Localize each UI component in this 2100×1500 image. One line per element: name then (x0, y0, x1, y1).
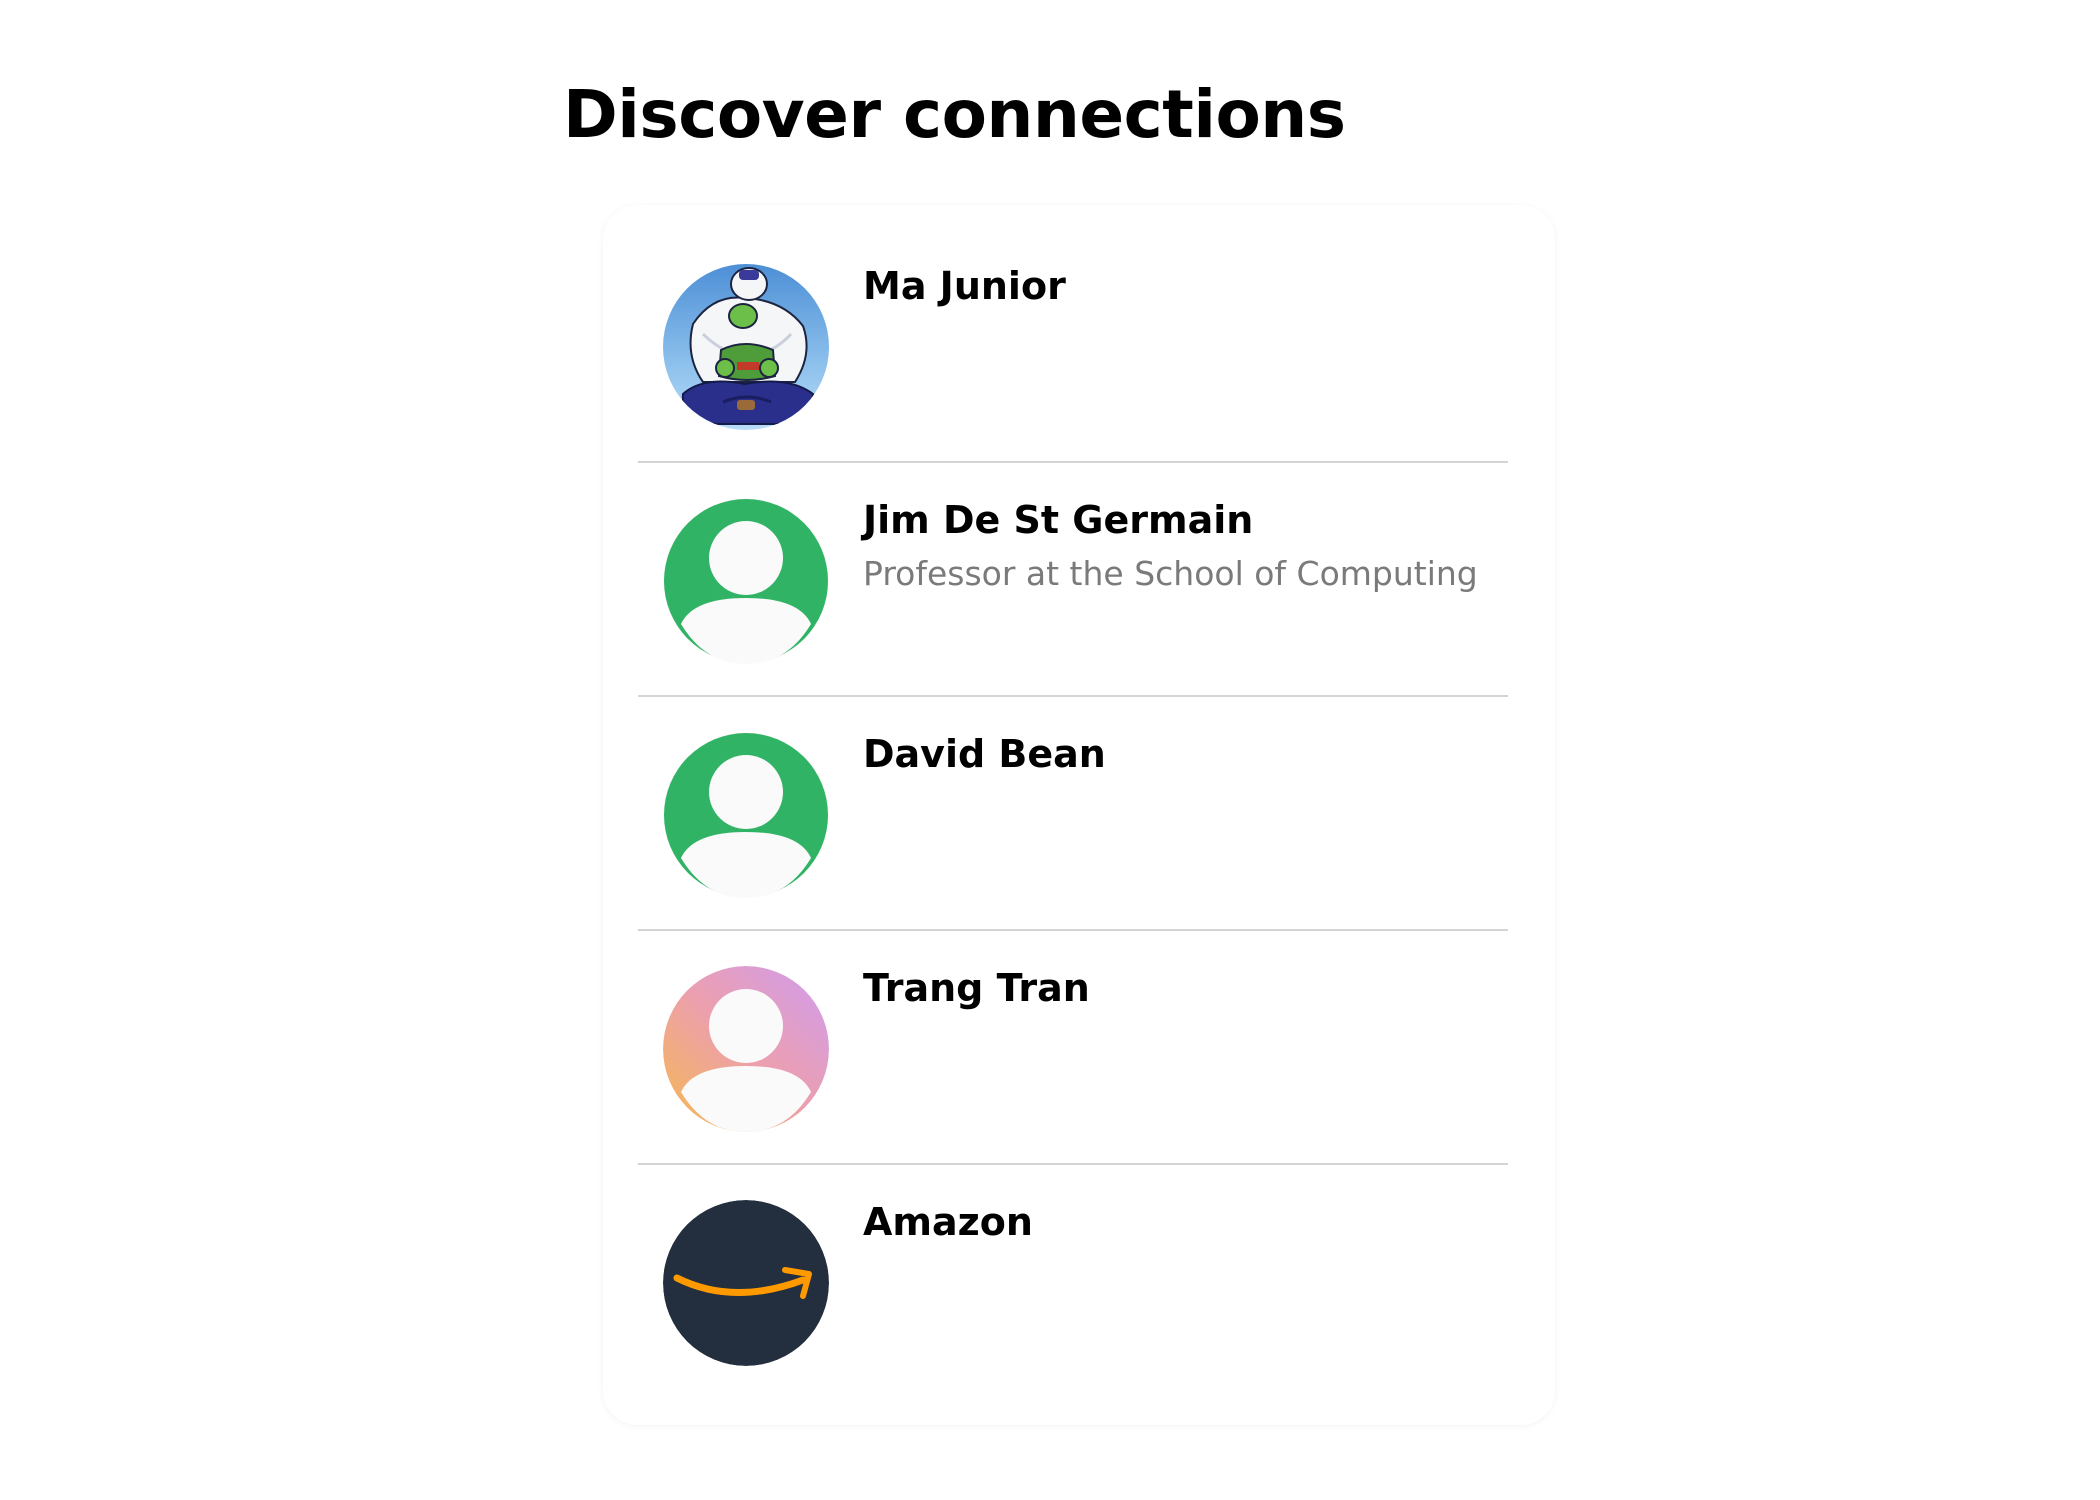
connection-name[interactable]: David Bean (863, 731, 1106, 777)
avatar[interactable] (663, 732, 829, 898)
default-person-icon (663, 498, 829, 664)
avatar[interactable] (663, 966, 829, 1132)
avatar[interactable] (663, 498, 829, 664)
page-title: Discover connections (563, 76, 1346, 153)
connection-row-david-bean[interactable]: David Bean (638, 697, 1508, 931)
connection-name[interactable]: Amazon (863, 1199, 1033, 1245)
avatar[interactable] (663, 264, 829, 430)
default-person-icon (663, 732, 829, 898)
connections-card: Ma Junior Jim De St Germain Professor at… (603, 205, 1555, 1425)
discover-connections-page: Discover connections Ma Junior Jim De St… (0, 0, 2100, 1500)
connection-name[interactable]: Ma Junior (863, 263, 1066, 309)
connection-subtitle: Professor at the School of Computing (863, 554, 1478, 593)
connection-row-ma-junior[interactable]: Ma Junior (638, 229, 1508, 463)
connections-list: Ma Junior Jim De St Germain Professor at… (638, 229, 1508, 1399)
anime-character-avatar-icon (663, 264, 829, 430)
connection-row-trang-tran[interactable]: Trang Tran (638, 931, 1508, 1165)
connection-row-amazon[interactable]: Amazon (638, 1165, 1508, 1399)
amazon-smile-logo-icon (663, 1200, 829, 1366)
connection-name[interactable]: Jim De St Germain (863, 497, 1253, 543)
connection-name[interactable]: Trang Tran (863, 965, 1090, 1011)
avatar[interactable] (663, 1200, 829, 1366)
default-person-gradient-icon (663, 966, 829, 1132)
connection-row-jim-de-st-germain[interactable]: Jim De St Germain Professor at the Schoo… (638, 463, 1508, 697)
